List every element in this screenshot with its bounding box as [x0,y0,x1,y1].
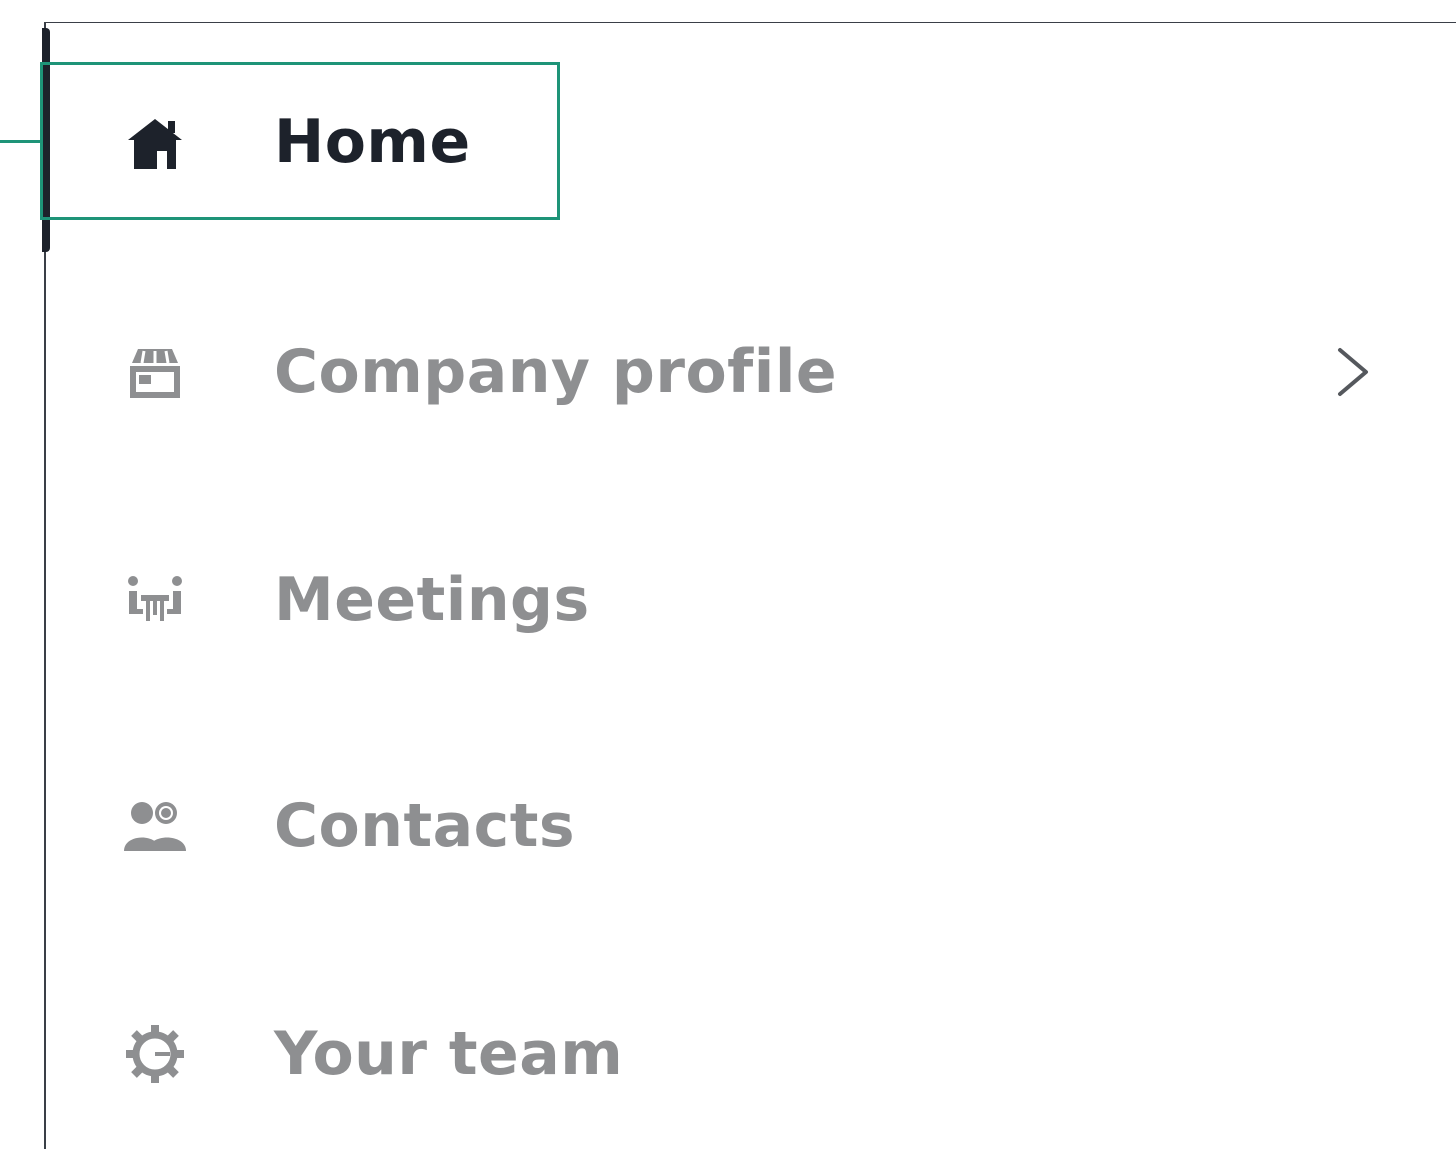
meeting-table-icon [122,567,188,633]
gear-icon [122,1021,188,1087]
screenshot-stage: Home Company profile Meetings Contacts Y… [0,0,1456,1149]
sidebar-item-label: Contacts [274,791,576,861]
sidebar-item-contacts[interactable]: Contacts [50,766,1450,886]
storefront-icon [122,339,188,405]
sidebar-item-label: Home [274,107,471,177]
sidebar-item-label: Company profile [274,337,838,407]
sidebar-item-label: Meetings [274,565,590,635]
sidebar-item-meetings[interactable]: Meetings [50,540,1450,660]
chevron-right-icon[interactable] [1330,342,1376,402]
sidebar-item-your-team[interactable]: Your team [50,994,1450,1114]
contacts-icon [122,793,188,859]
home-icon [122,109,188,175]
sidebar-item-label: Your team [274,1019,624,1089]
sidebar-item-company-profile[interactable]: Company profile [50,312,1450,432]
callout-line [0,140,42,143]
sidebar-item-home[interactable]: Home [50,82,1450,202]
